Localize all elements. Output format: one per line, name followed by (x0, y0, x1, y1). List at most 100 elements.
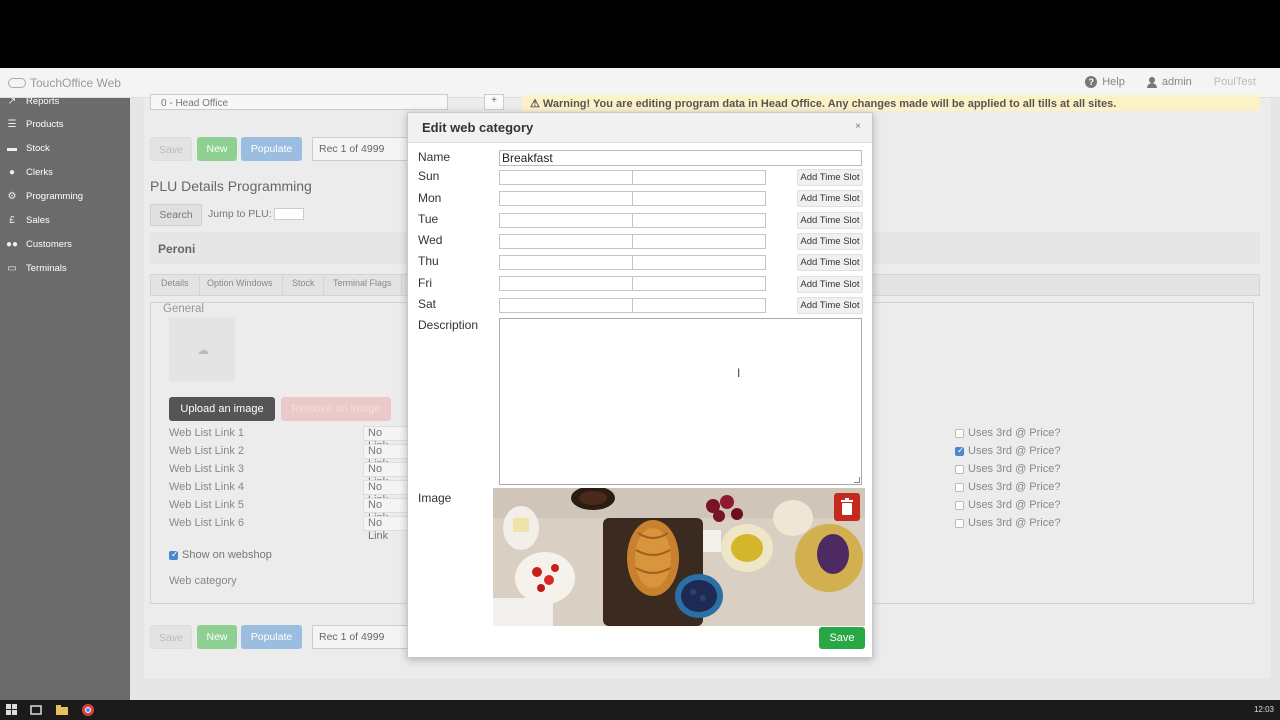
tenant-name[interactable]: PoulTest (1214, 76, 1256, 88)
description-textarea[interactable]: I (499, 318, 862, 485)
sat-end-time-input[interactable] (632, 298, 766, 313)
chart-line-icon: ↗ (7, 98, 17, 107)
modal-save-button[interactable]: Save (819, 627, 865, 649)
uses-3rd-price-checkbox[interactable]: Uses 3rd @ Price? (955, 445, 1060, 457)
day-label-sun: Sun (418, 169, 440, 183)
thu-end-time-input[interactable] (632, 255, 766, 270)
uses-3rd-price-checkbox[interactable]: Uses 3rd @ Price? (955, 481, 1060, 493)
checkbox-unchecked[interactable] (955, 428, 964, 438)
tab-details[interactable]: Details (161, 278, 189, 288)
pound-icon: £ (9, 214, 15, 226)
web-list-link-select[interactable]: No Link (363, 498, 409, 524)
checkbox-checked[interactable] (169, 549, 179, 560)
checkbox-unchecked[interactable] (955, 500, 964, 510)
site-select[interactable]: 0 - Head Office (150, 94, 448, 110)
sun-start-time-input[interactable] (499, 170, 633, 185)
checkbox-checked[interactable] (955, 445, 965, 456)
web-list-link-select[interactable]: No Link (363, 480, 409, 506)
tue-start-time-input[interactable] (499, 213, 633, 228)
sidebar: ↗ Reports ☰ Products ▬ Stock ● Clerks ⚙ … (0, 98, 130, 700)
new-button-top[interactable]: New (197, 137, 237, 161)
user-menu[interactable]: admin (1146, 76, 1192, 88)
checkbox-unchecked[interactable] (955, 518, 964, 528)
mon-start-time-input[interactable] (499, 191, 633, 206)
thu-start-time-input[interactable] (499, 255, 633, 270)
web-list-link-label: Web List Link 2 (169, 445, 245, 457)
list-icon: ☰ (7, 118, 17, 130)
add-time-slot-button-wed[interactable]: Add Time Slot (797, 233, 863, 250)
brand-name: TouchOffice Web (30, 76, 121, 90)
sidebar-item-label: Sales (26, 215, 50, 226)
tab-option-windows[interactable]: Option Windows (207, 278, 273, 288)
description-label: Description (418, 318, 479, 332)
remove-image-button[interactable]: Remove an image (281, 397, 391, 421)
fri-end-time-input[interactable] (632, 276, 766, 291)
brand-logo[interactable]: TouchOffice Web (8, 76, 121, 90)
save-button-bottom[interactable]: Save (150, 625, 192, 649)
sidebar-item-sales[interactable]: £ Sales (6, 215, 50, 226)
add-site-button[interactable]: + (484, 94, 504, 110)
wed-end-time-input[interactable] (632, 234, 766, 249)
sidebar-item-reports[interactable]: ↗ Reports (6, 98, 59, 107)
checkbox-label: Uses 3rd @ Price? (968, 445, 1061, 457)
tue-end-time-input[interactable] (632, 213, 766, 228)
name-input[interactable]: Breakfast (499, 150, 862, 166)
web-list-link-select[interactable]: No Link (363, 462, 409, 488)
sidebar-item-products[interactable]: ☰ Products (6, 119, 64, 130)
populate-button-bottom[interactable]: Populate (241, 625, 302, 649)
new-button-bottom[interactable]: New (197, 625, 237, 649)
tab-divider (401, 275, 402, 295)
populate-button-top[interactable]: Populate (241, 137, 302, 161)
task-view-icon[interactable] (30, 704, 42, 716)
add-time-slot-button-tue[interactable]: Add Time Slot (797, 212, 863, 229)
save-button-top[interactable]: Save (150, 137, 192, 161)
tab-divider (282, 275, 283, 295)
search-button[interactable]: Search (150, 204, 202, 226)
checkbox-label: Show on webshop (182, 549, 272, 561)
web-list-link-label: Web List Link 6 (169, 517, 245, 529)
sat-start-time-input[interactable] (499, 298, 633, 313)
close-icon[interactable]: × (852, 121, 864, 133)
web-list-link-select[interactable]: No Link (363, 516, 409, 542)
windows-start-icon[interactable] (6, 704, 18, 716)
uses-3rd-price-checkbox[interactable]: Uses 3rd @ Price? (955, 499, 1060, 511)
tab-stock[interactable]: Stock (292, 278, 315, 288)
web-list-link-select[interactable]: No Link (363, 426, 409, 452)
sidebar-item-terminals[interactable]: ▭ Terminals (6, 263, 66, 274)
show-on-webshop-checkbox[interactable]: Show on webshop (169, 549, 272, 561)
jump-label: Jump to PLU: (208, 208, 272, 220)
resize-handle[interactable] (854, 477, 860, 483)
uses-3rd-price-checkbox[interactable]: Uses 3rd @ Price? (955, 427, 1060, 439)
checkbox-unchecked[interactable] (955, 482, 964, 492)
checkbox-label: Uses 3rd @ Price? (968, 481, 1061, 493)
add-time-slot-button-sun[interactable]: Add Time Slot (797, 169, 863, 186)
upload-image-button[interactable]: Upload an image (169, 397, 275, 421)
uses-3rd-price-checkbox[interactable]: Uses 3rd @ Price? (955, 517, 1060, 529)
fri-start-time-input[interactable] (499, 276, 633, 291)
sidebar-item-stock[interactable]: ▬ Stock (6, 143, 50, 154)
clock: 12:03 (1253, 705, 1274, 714)
sidebar-item-clerks[interactable]: ● Clerks (6, 167, 53, 178)
checkbox-label: Uses 3rd @ Price? (968, 517, 1061, 529)
checkbox-unchecked[interactable] (955, 464, 964, 474)
wed-start-time-input[interactable] (499, 234, 633, 249)
web-list-link-select[interactable]: No Link (363, 444, 409, 470)
sidebar-item-customers[interactable]: ●● Customers (6, 239, 72, 250)
chrome-icon[interactable] (82, 704, 94, 716)
day-label-fri: Fri (418, 276, 432, 290)
jump-to-plu-input[interactable] (274, 208, 304, 220)
add-time-slot-button-fri[interactable]: Add Time Slot (797, 276, 863, 293)
sun-end-time-input[interactable] (632, 170, 766, 185)
file-explorer-icon[interactable] (56, 704, 68, 716)
uses-3rd-price-checkbox[interactable]: Uses 3rd @ Price? (955, 463, 1060, 475)
tab-terminal-flags[interactable]: Terminal Flags (333, 278, 392, 288)
add-time-slot-button-thu[interactable]: Add Time Slot (797, 254, 863, 271)
sidebar-item-programming[interactable]: ⚙ Programming (6, 191, 84, 202)
help-link[interactable]: ? Help (1085, 76, 1125, 88)
mon-end-time-input[interactable] (632, 191, 766, 206)
add-time-slot-button-mon[interactable]: Add Time Slot (797, 190, 863, 207)
add-time-slot-button-sat[interactable]: Add Time Slot (797, 297, 863, 314)
delete-image-button[interactable] (834, 493, 860, 521)
day-label-tue: Tue (418, 212, 439, 226)
modal-header: Edit web category × (408, 113, 872, 143)
